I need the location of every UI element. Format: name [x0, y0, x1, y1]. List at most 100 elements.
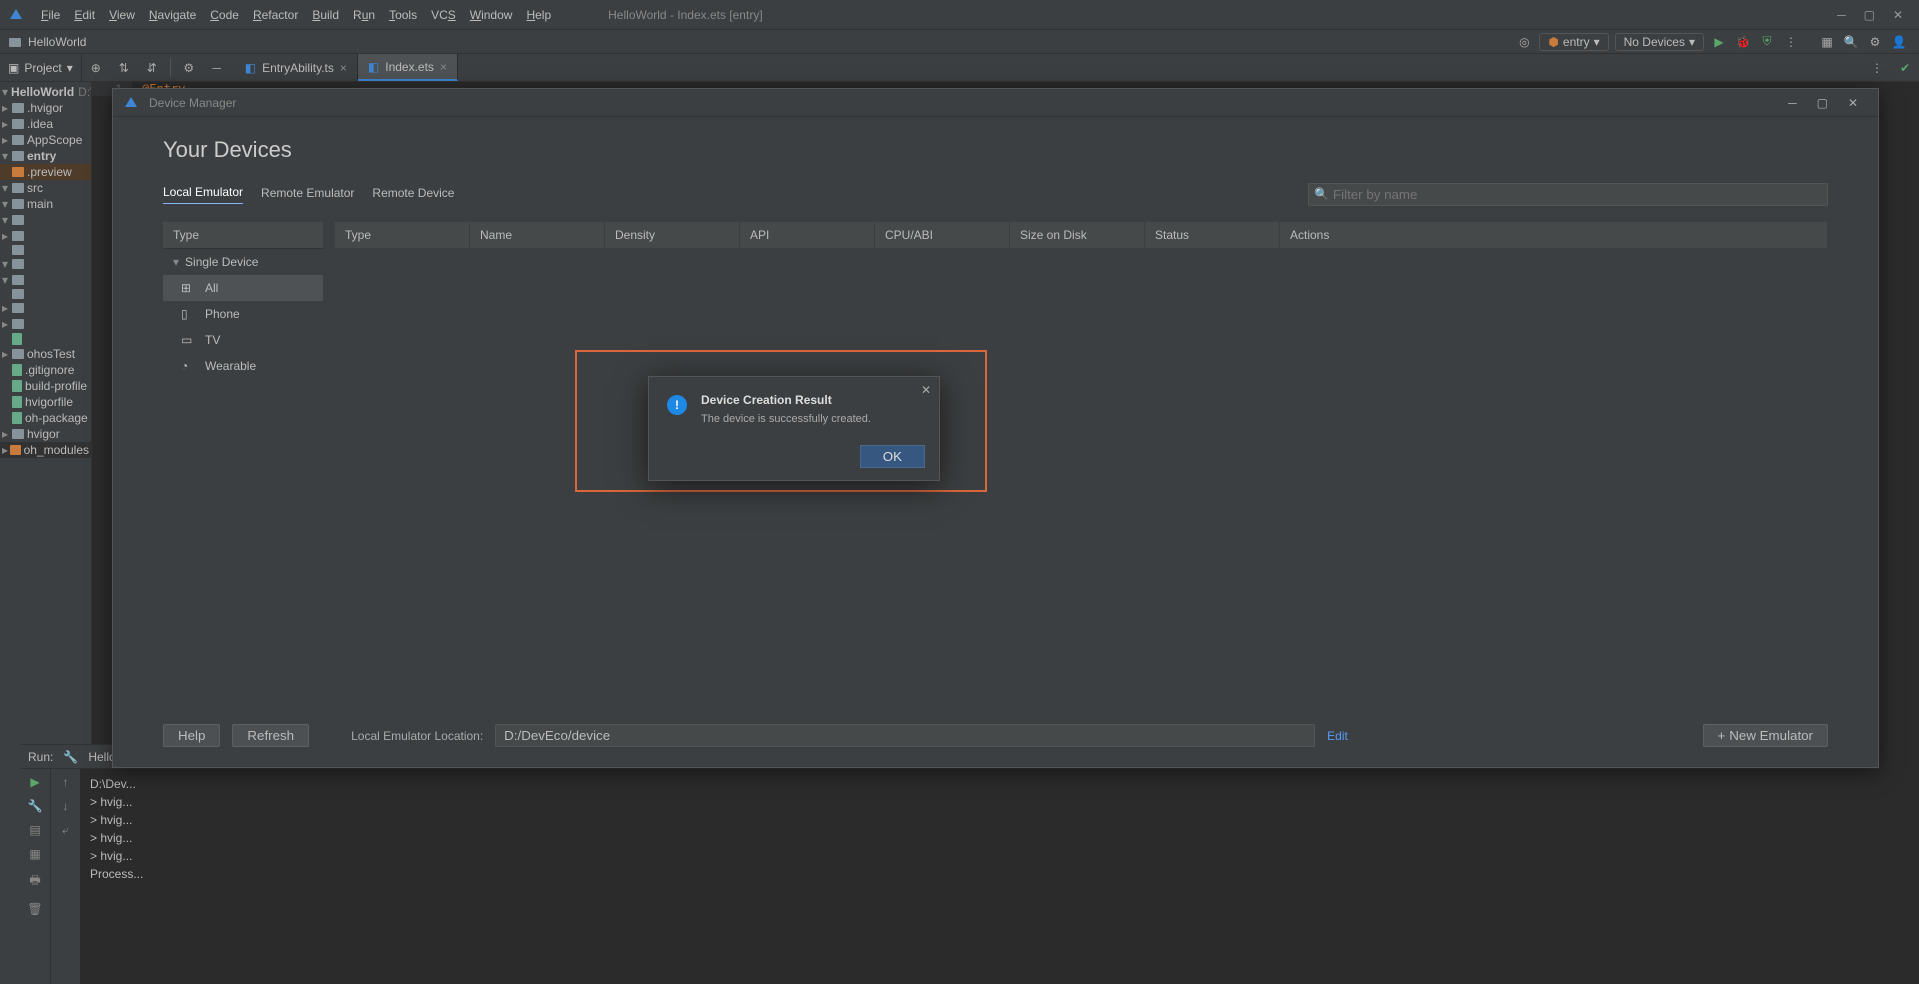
menu-run[interactable]: Run	[346, 8, 382, 22]
tree-row[interactable]: ▸	[0, 316, 91, 332]
dm-title: Device Manager	[149, 96, 236, 110]
hide-icon[interactable]: ─	[207, 58, 227, 78]
avatar-icon[interactable]: 👤	[1890, 33, 1908, 51]
close-icon[interactable]: ✕	[1893, 8, 1903, 22]
tree-row[interactable]: .preview	[0, 164, 91, 180]
tree-row[interactable]: ▸hvigor	[0, 426, 91, 442]
menu-file[interactable]: File	[34, 8, 67, 22]
dm-category-label: Single Device	[185, 255, 258, 269]
tree-row[interactable]: ▾src	[0, 180, 91, 196]
profile-icon[interactable]: ⋮	[1782, 33, 1800, 51]
tab-index[interactable]: ◧ Index.ets ×	[358, 54, 458, 81]
menu-view[interactable]: View	[102, 8, 142, 22]
dm-subcat-phone[interactable]: ▯Phone	[163, 301, 323, 327]
tab-entryability[interactable]: ◧ EntryAbility.ts ×	[235, 54, 358, 81]
select-opened-file-icon[interactable]: ⊕	[86, 58, 106, 78]
wrap-icon[interactable]: ⤶	[62, 823, 69, 838]
menu-vcs[interactable]: VCS	[424, 8, 463, 22]
close-icon[interactable]: ✕	[1848, 96, 1858, 110]
stop-icon[interactable]: 🔧	[28, 799, 43, 813]
breadcrumb-project[interactable]: HelloWorld	[28, 35, 86, 49]
settings-icon[interactable]: ⚙	[179, 58, 199, 78]
run-icon[interactable]: ▶	[1710, 33, 1728, 51]
console-output[interactable]: D:\Dev...> hvig...> hvig...> hvig...> hv…	[80, 769, 1879, 984]
tree-row[interactable]: ▾	[0, 256, 91, 272]
dm-tab-remote-dev[interactable]: Remote Device	[372, 186, 454, 204]
menu-code[interactable]: Code	[203, 8, 246, 22]
tree-root[interactable]: ▾ HelloWorld D:\DevEco\workspace	[0, 84, 91, 100]
target-icon[interactable]: ◎	[1515, 33, 1533, 51]
wrench-icon[interactable]: 🔧	[63, 750, 78, 764]
project-tool-button[interactable]: ▣ Project ▾	[0, 54, 82, 81]
close-icon[interactable]: ✕	[921, 383, 931, 397]
menu-window[interactable]: Window	[463, 8, 520, 22]
help-button[interactable]: Help	[163, 724, 220, 747]
tree-row[interactable]: ▸.hvigor	[0, 100, 91, 116]
tree-row[interactable]	[0, 244, 91, 256]
tree-row[interactable]: ▾entry	[0, 148, 91, 164]
dm-category[interactable]: ▾ Single Device	[163, 249, 323, 275]
module-icon: ⬢	[1548, 35, 1558, 49]
menu-edit[interactable]: Edit	[67, 8, 102, 22]
menu-tools[interactable]: Tools	[382, 8, 424, 22]
minimize-icon[interactable]: ─	[1837, 8, 1846, 22]
coverage-icon[interactable]: ⛨	[1758, 33, 1776, 51]
dm-footer: Help Refresh Local Emulator Location: Ed…	[163, 710, 1828, 747]
dialog-message: The device is successfully created.	[701, 413, 871, 425]
tree-row[interactable]: ▸AppScope	[0, 132, 91, 148]
more-icon[interactable]: ⋮	[1867, 58, 1887, 78]
layout-icon[interactable]: ▤	[29, 823, 40, 837]
close-icon[interactable]: ×	[440, 60, 447, 74]
edit-link[interactable]: Edit	[1327, 729, 1348, 743]
chevron-down-icon: ▾	[1689, 35, 1695, 49]
collapse-all-icon[interactable]: ⇵	[142, 58, 162, 78]
location-input[interactable]	[495, 724, 1315, 747]
tab-label: EntryAbility.ts	[262, 61, 334, 75]
maximize-icon[interactable]: ▢	[1864, 8, 1875, 22]
device-manager-icon[interactable]: ▦	[1818, 33, 1836, 51]
gear-icon[interactable]: ⚙	[1866, 33, 1884, 51]
tree-row[interactable]: ▾	[0, 212, 91, 228]
rerun-icon[interactable]: ▶	[30, 775, 39, 789]
dm-tab-local[interactable]: Local Emulator	[163, 185, 243, 204]
menu-help[interactable]: Help	[519, 8, 558, 22]
minimize-icon[interactable]: ─	[1788, 96, 1797, 110]
menu-build[interactable]: Build	[305, 8, 346, 22]
down-icon[interactable]: ↓	[63, 799, 69, 813]
debug-icon[interactable]: 🐞	[1734, 33, 1752, 51]
up-icon[interactable]: ↑	[63, 775, 69, 789]
run-config-selector[interactable]: ⬢ entry ▾	[1539, 33, 1608, 51]
device-selector[interactable]: No Devices ▾	[1615, 33, 1704, 51]
tree-row[interactable]	[0, 332, 91, 346]
tree-row[interactable]: hvigorfile	[0, 394, 91, 410]
trash-icon[interactable]: 🗑	[27, 902, 42, 916]
dm-subcat-tv[interactable]: ▭TV	[163, 327, 323, 353]
tree-row[interactable]: ▸ohosTest	[0, 346, 91, 362]
dm-subcat-wearable[interactable]: ◔Wearable	[163, 353, 323, 379]
dm-subcat-all[interactable]: ⊞All	[163, 275, 323, 301]
tree-row[interactable]: ▸	[0, 228, 91, 244]
tree-row[interactable]: build-profile	[0, 378, 91, 394]
refresh-button[interactable]: Refresh	[232, 724, 309, 747]
dm-tab-remote-emu[interactable]: Remote Emulator	[261, 186, 354, 204]
tree-row[interactable]: .gitignore	[0, 362, 91, 378]
new-emulator-button[interactable]: + New Emulator	[1703, 724, 1829, 747]
tree-row[interactable]: ▸oh_modules	[0, 442, 91, 458]
maximize-icon[interactable]: ▢	[1817, 96, 1828, 110]
dm-titlebar: Device Manager ─ ▢ ✕	[113, 89, 1878, 117]
tree-row[interactable]	[0, 288, 91, 300]
ok-button[interactable]: OK	[860, 445, 925, 468]
filter-input[interactable]	[1308, 183, 1828, 206]
tree-row[interactable]: oh-package	[0, 410, 91, 426]
search-icon[interactable]: 🔍	[1842, 33, 1860, 51]
menu-refactor[interactable]: Refactor	[246, 8, 305, 22]
menu-navigate[interactable]: Navigate	[142, 8, 203, 22]
tree-row[interactable]: ▸.idea	[0, 116, 91, 132]
close-icon[interactable]: ×	[340, 61, 347, 75]
layout2-icon[interactable]: ▦	[29, 847, 40, 861]
tree-row[interactable]: ▾	[0, 272, 91, 288]
expand-all-icon[interactable]: ⇅	[114, 58, 134, 78]
tree-row[interactable]: ▸	[0, 300, 91, 316]
print-icon[interactable]: 🖶	[29, 871, 40, 892]
tree-row[interactable]: ▾main	[0, 196, 91, 212]
